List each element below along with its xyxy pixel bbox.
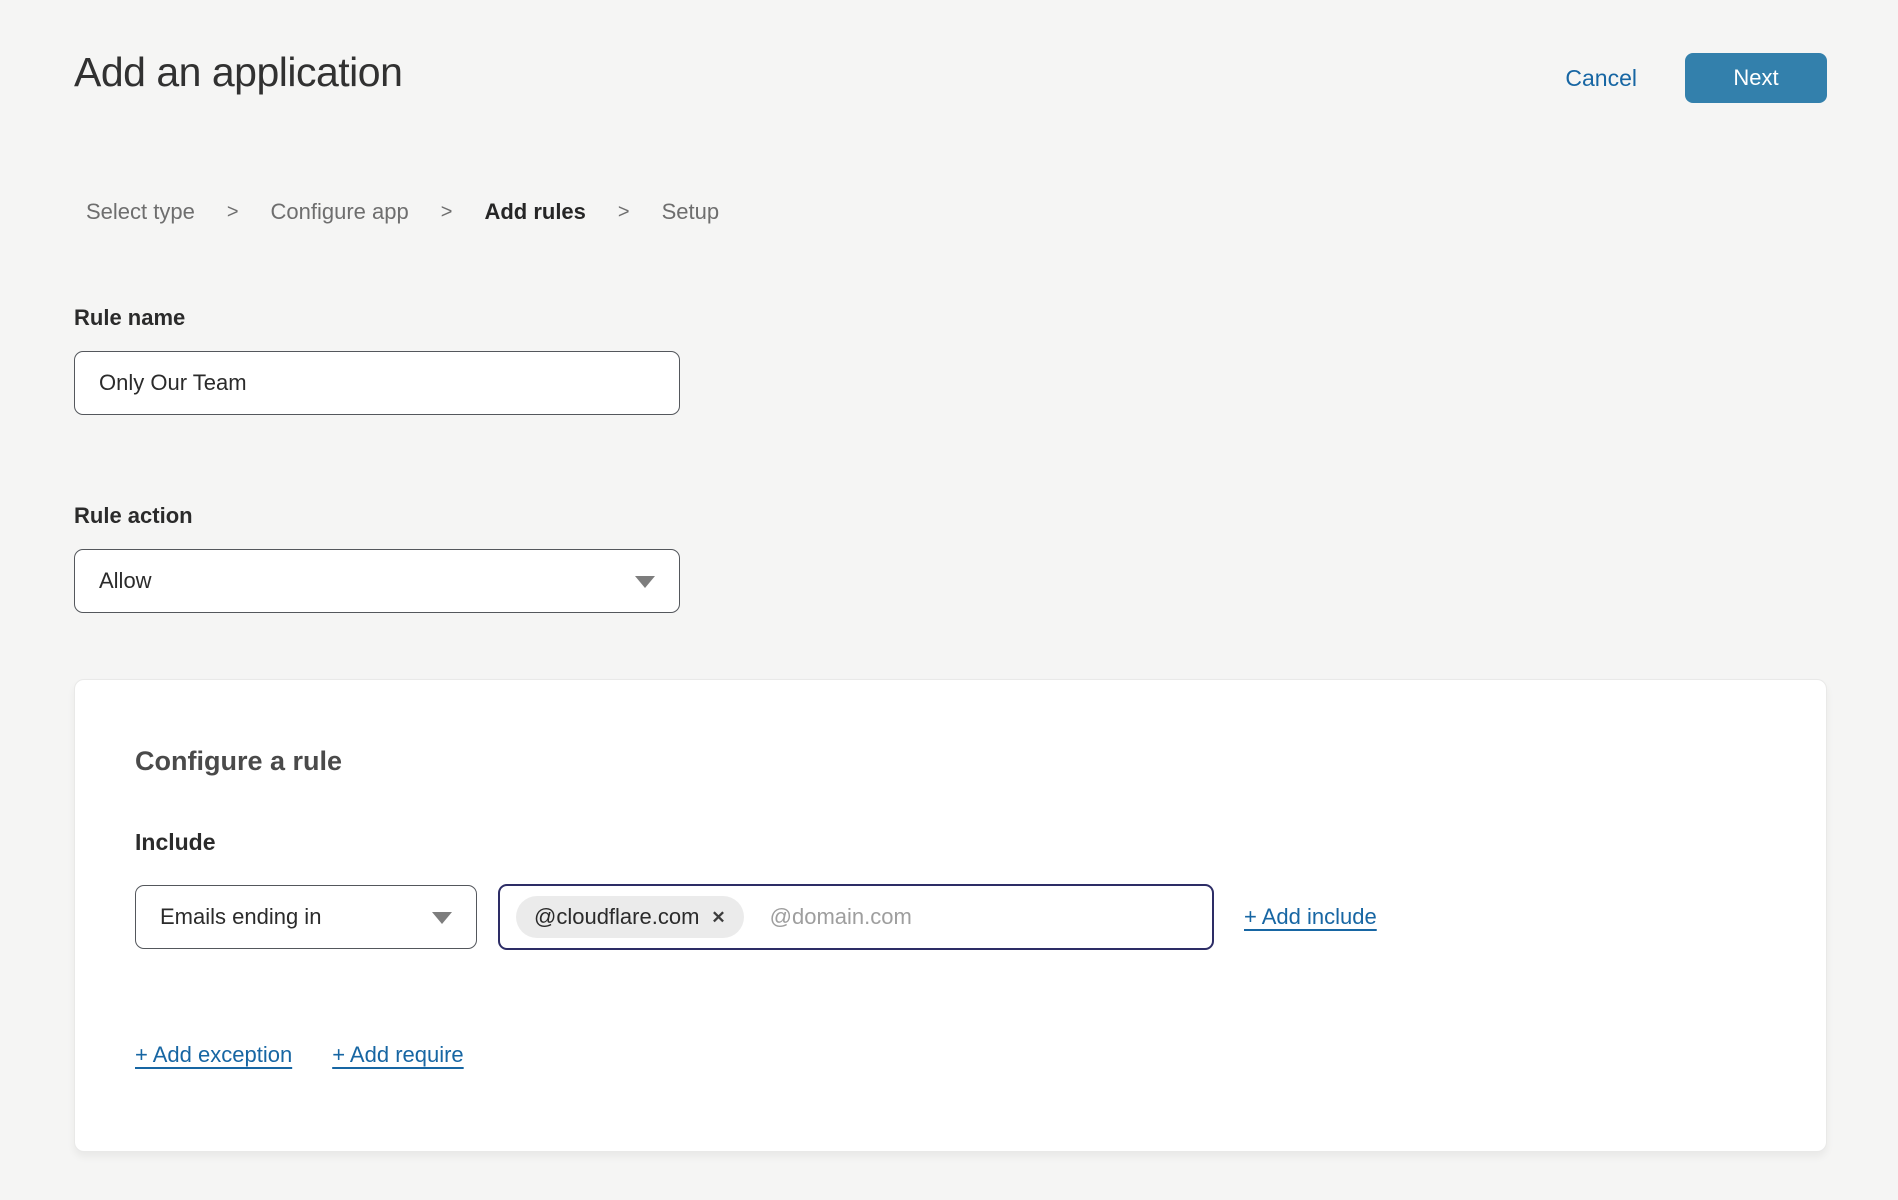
email-domain-tag-input[interactable]: @cloudflare.com ✕ @domain.com	[498, 884, 1214, 950]
include-criteria-select[interactable]: Emails ending in	[135, 885, 477, 949]
header-actions: Cancel Next	[1565, 48, 1827, 103]
chevron-down-icon	[635, 576, 655, 588]
card-title: Configure a rule	[135, 746, 1766, 777]
add-exception-link[interactable]: + Add exception	[135, 1042, 292, 1068]
configure-rule-card: Configure a rule Include Emails ending i…	[74, 679, 1827, 1152]
cancel-button[interactable]: Cancel	[1565, 65, 1637, 92]
add-application-page: Add an application Cancel Next Select ty…	[0, 0, 1898, 1200]
chevron-right-separator: >	[618, 201, 630, 224]
rule-action-select[interactable]: Allow	[74, 549, 680, 613]
chevron-right-separator: >	[441, 201, 453, 224]
chevron-right-separator: >	[227, 201, 239, 224]
chevron-down-icon	[432, 912, 452, 924]
next-button[interactable]: Next	[1685, 53, 1827, 103]
email-domain-tag-label: @cloudflare.com	[534, 904, 699, 930]
rule-name-input[interactable]	[74, 351, 680, 415]
close-icon[interactable]: ✕	[711, 909, 725, 926]
rule-action-label: Rule action	[74, 503, 1898, 529]
rule-extra-links: + Add exception + Add require	[135, 1042, 1766, 1068]
page-header: Add an application Cancel Next	[0, 0, 1898, 103]
add-include-link[interactable]: + Add include	[1244, 904, 1377, 930]
include-rule-row: Emails ending in @cloudflare.com ✕ @doma…	[135, 884, 1766, 950]
breadcrumb-step-add-rules[interactable]: Add rules	[484, 199, 585, 225]
rule-action-selected-value: Allow	[99, 568, 152, 594]
breadcrumb-step-setup[interactable]: Setup	[662, 199, 720, 225]
page-title: Add an application	[74, 48, 402, 97]
rule-name-label: Rule name	[74, 305, 1898, 331]
add-require-link[interactable]: + Add require	[332, 1042, 463, 1068]
breadcrumb-step-configure-app[interactable]: Configure app	[271, 199, 409, 225]
breadcrumb-step-select-type[interactable]: Select type	[86, 199, 195, 225]
breadcrumb: Select type > Configure app > Add rules …	[86, 199, 1898, 225]
include-criteria-selected-value: Emails ending in	[160, 904, 321, 930]
email-domain-tag: @cloudflare.com ✕	[516, 896, 744, 938]
include-label: Include	[135, 829, 1766, 856]
email-domain-placeholder: @domain.com	[770, 904, 912, 930]
